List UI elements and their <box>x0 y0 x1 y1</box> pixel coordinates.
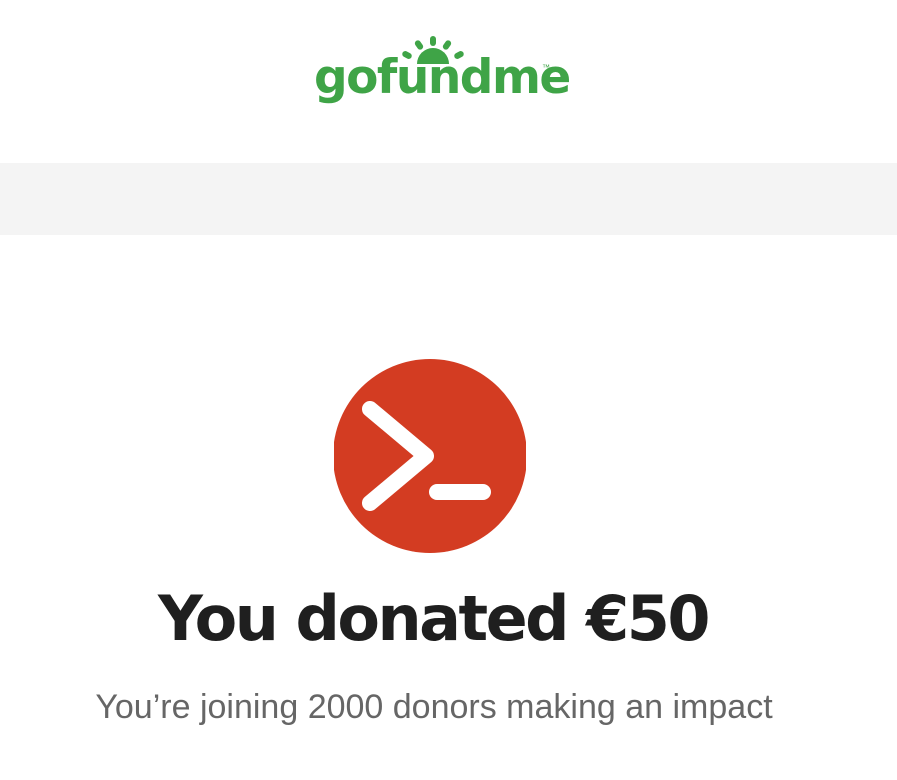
logo-wordmark: gofundme <box>314 50 571 105</box>
logo-trademark: ™ <box>542 63 550 72</box>
site-header: gofundme ™ <box>0 0 897 163</box>
donor-count-message: You’re joining 2000 donors making an imp… <box>95 688 773 726</box>
gofundme-logo[interactable]: gofundme ™ <box>314 34 571 114</box>
campaign-banner-strip <box>0 163 897 235</box>
terminal-prompt-icon <box>334 359 526 553</box>
campaign-avatar <box>334 359 526 554</box>
donation-confirmation-title: You donated €50 <box>157 582 711 655</box>
